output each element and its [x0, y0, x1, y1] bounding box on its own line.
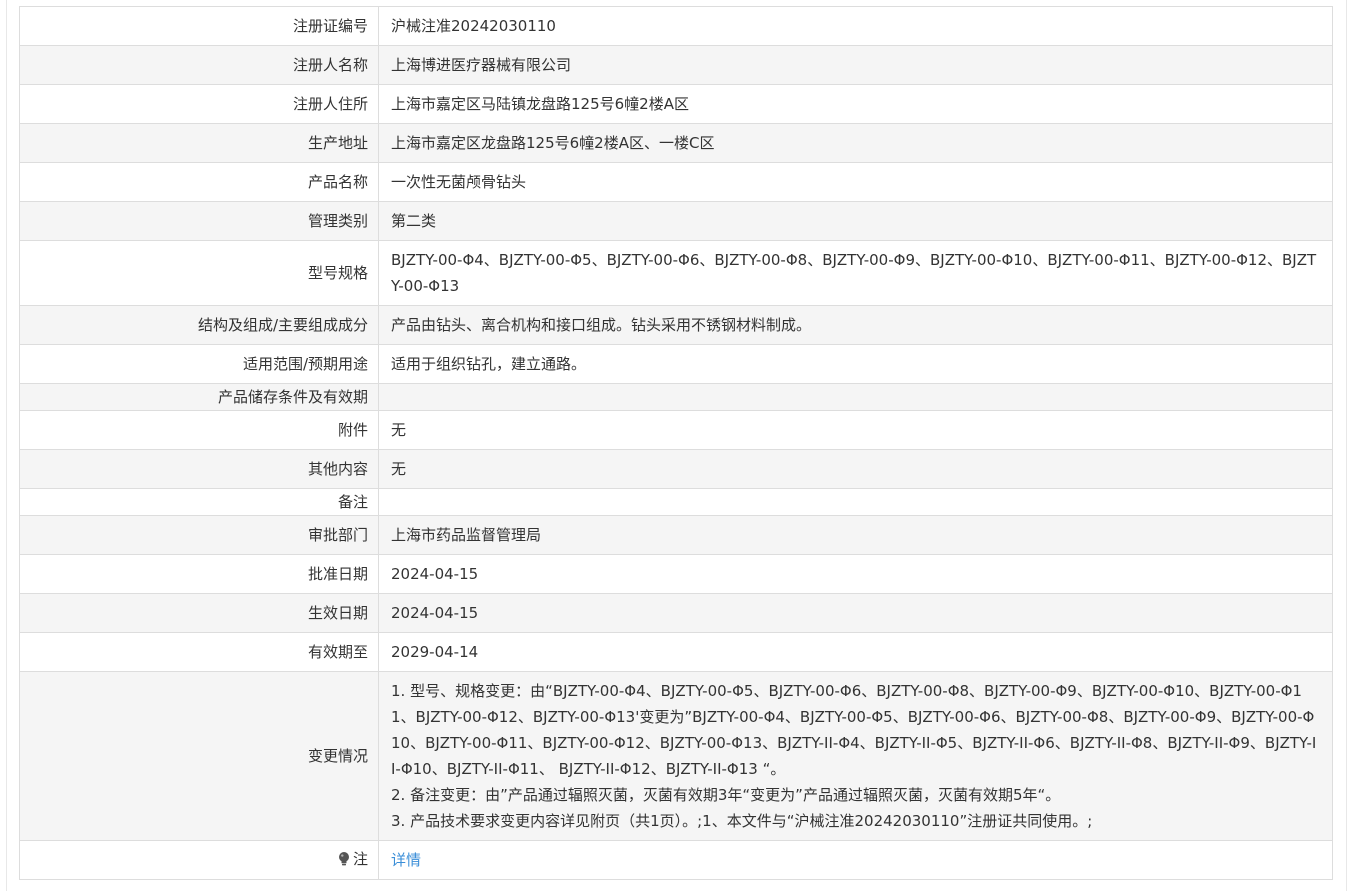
- field-label: 型号规格: [19, 240, 379, 306]
- field-value: 上海博进医疗器械有限公司: [378, 45, 1333, 85]
- field-label: 注册人住所: [19, 84, 379, 124]
- table-row: 生效日期 2024-04-15: [19, 593, 1333, 633]
- registration-info-table: 注册证编号 沪械注准20242030110 注册人名称 上海博进医疗器械有限公司…: [19, 6, 1333, 880]
- change-history-label: 变更情况: [19, 671, 379, 841]
- field-value: 上海市药品监督管理局: [378, 515, 1333, 555]
- field-value: 沪械注准20242030110: [378, 6, 1333, 46]
- table-row: 注册证编号 沪械注准20242030110: [19, 6, 1333, 46]
- table-row: 附件 无: [19, 410, 1333, 450]
- change-item: 3. 产品技术要求变更内容详见附页（共1页）。;1、本文件与“沪械注准20242…: [391, 812, 1093, 830]
- field-value: 2024-04-15: [378, 554, 1333, 594]
- field-label: 批准日期: [19, 554, 379, 594]
- table-row: 注册人住所 上海市嘉定区马陆镇龙盘路125号6幢2楼A区: [19, 84, 1333, 124]
- field-value: 适用于组织钻孔，建立通路。: [378, 344, 1333, 384]
- info-table-body: 注册证编号 沪械注准20242030110 注册人名称 上海博进医疗器械有限公司…: [19, 6, 1333, 880]
- field-label: 生效日期: [19, 593, 379, 633]
- field-label: 结构及组成/主要组成成分: [19, 305, 379, 345]
- field-label: 有效期至: [19, 632, 379, 672]
- table-row: 审批部门 上海市药品监督管理局: [19, 515, 1333, 555]
- table-row: 产品名称 一次性无菌颅骨钻头: [19, 162, 1333, 202]
- table-row: 管理类别 第二类: [19, 201, 1333, 241]
- field-value: 一次性无菌颅骨钻头: [378, 162, 1333, 202]
- table-row: 有效期至 2029-04-14: [19, 632, 1333, 672]
- field-value: 第二类: [378, 201, 1333, 241]
- lightbulb-icon: [338, 851, 349, 865]
- table-row: 产品储存条件及有效期: [19, 383, 1333, 411]
- note-row: 注 详情: [19, 840, 1333, 880]
- field-value: 2024-04-15: [378, 593, 1333, 633]
- change-history-row: 变更情况 1. 型号、规格变更：由“BJZTY-00-Φ4、BJZTY-00-Φ…: [19, 671, 1333, 841]
- field-value: 上海市嘉定区龙盘路125号6幢2楼A区、一楼C区: [378, 123, 1333, 163]
- field-value: BJZTY-00-Φ4、BJZTY-00-Φ5、BJZTY-00-Φ6、BJZT…: [378, 240, 1333, 306]
- table-row: 结构及组成/主要组成成分 产品由钻头、离合机构和接口组成。钻头采用不锈钢材料制成…: [19, 305, 1333, 345]
- note-label-cell: 注: [19, 840, 379, 880]
- field-label: 注册人名称: [19, 45, 379, 85]
- field-value: 无: [378, 449, 1333, 489]
- field-label: 产品名称: [19, 162, 379, 202]
- table-row: 备注: [19, 488, 1333, 516]
- field-label: 审批部门: [19, 515, 379, 555]
- field-label: 生产地址: [19, 123, 379, 163]
- change-item: 1. 型号、规格变更：由“BJZTY-00-Φ4、BJZTY-00-Φ5、BJZ…: [391, 682, 1317, 778]
- note-label: 注: [338, 846, 368, 872]
- field-value: 无: [378, 410, 1333, 450]
- field-value: 产品由钻头、离合机构和接口组成。钻头采用不锈钢材料制成。: [378, 305, 1333, 345]
- details-link[interactable]: 详情: [391, 851, 421, 869]
- field-label: 适用范围/预期用途: [19, 344, 379, 384]
- table-row: 适用范围/预期用途 适用于组织钻孔，建立通路。: [19, 344, 1333, 384]
- table-row: 其他内容 无: [19, 449, 1333, 489]
- field-value: 2029-04-14: [378, 632, 1333, 672]
- field-label: 其他内容: [19, 449, 379, 489]
- table-row: 批准日期 2024-04-15: [19, 554, 1333, 594]
- note-value: 详情: [378, 840, 1333, 880]
- field-value: [378, 383, 1333, 411]
- field-label: 管理类别: [19, 201, 379, 241]
- field-value: [378, 488, 1333, 516]
- field-value: 上海市嘉定区马陆镇龙盘路125号6幢2楼A区: [378, 84, 1333, 124]
- note-label-text: 注: [352, 849, 368, 868]
- change-history-value: 1. 型号、规格变更：由“BJZTY-00-Φ4、BJZTY-00-Φ5、BJZ…: [378, 671, 1333, 841]
- table-row: 生产地址 上海市嘉定区龙盘路125号6幢2楼A区、一楼C区: [19, 123, 1333, 163]
- field-label: 附件: [19, 410, 379, 450]
- field-label: 备注: [19, 488, 379, 516]
- table-row: 型号规格 BJZTY-00-Φ4、BJZTY-00-Φ5、BJZTY-00-Φ6…: [19, 240, 1333, 306]
- table-row: 注册人名称 上海博进医疗器械有限公司: [19, 45, 1333, 85]
- field-label: 产品储存条件及有效期: [19, 383, 379, 411]
- field-label: 注册证编号: [19, 6, 379, 46]
- change-item: 2. 备注变更：由”产品通过辐照灭菌，灭菌有效期3年“变更为”产品通过辐照灭菌，…: [391, 786, 1061, 804]
